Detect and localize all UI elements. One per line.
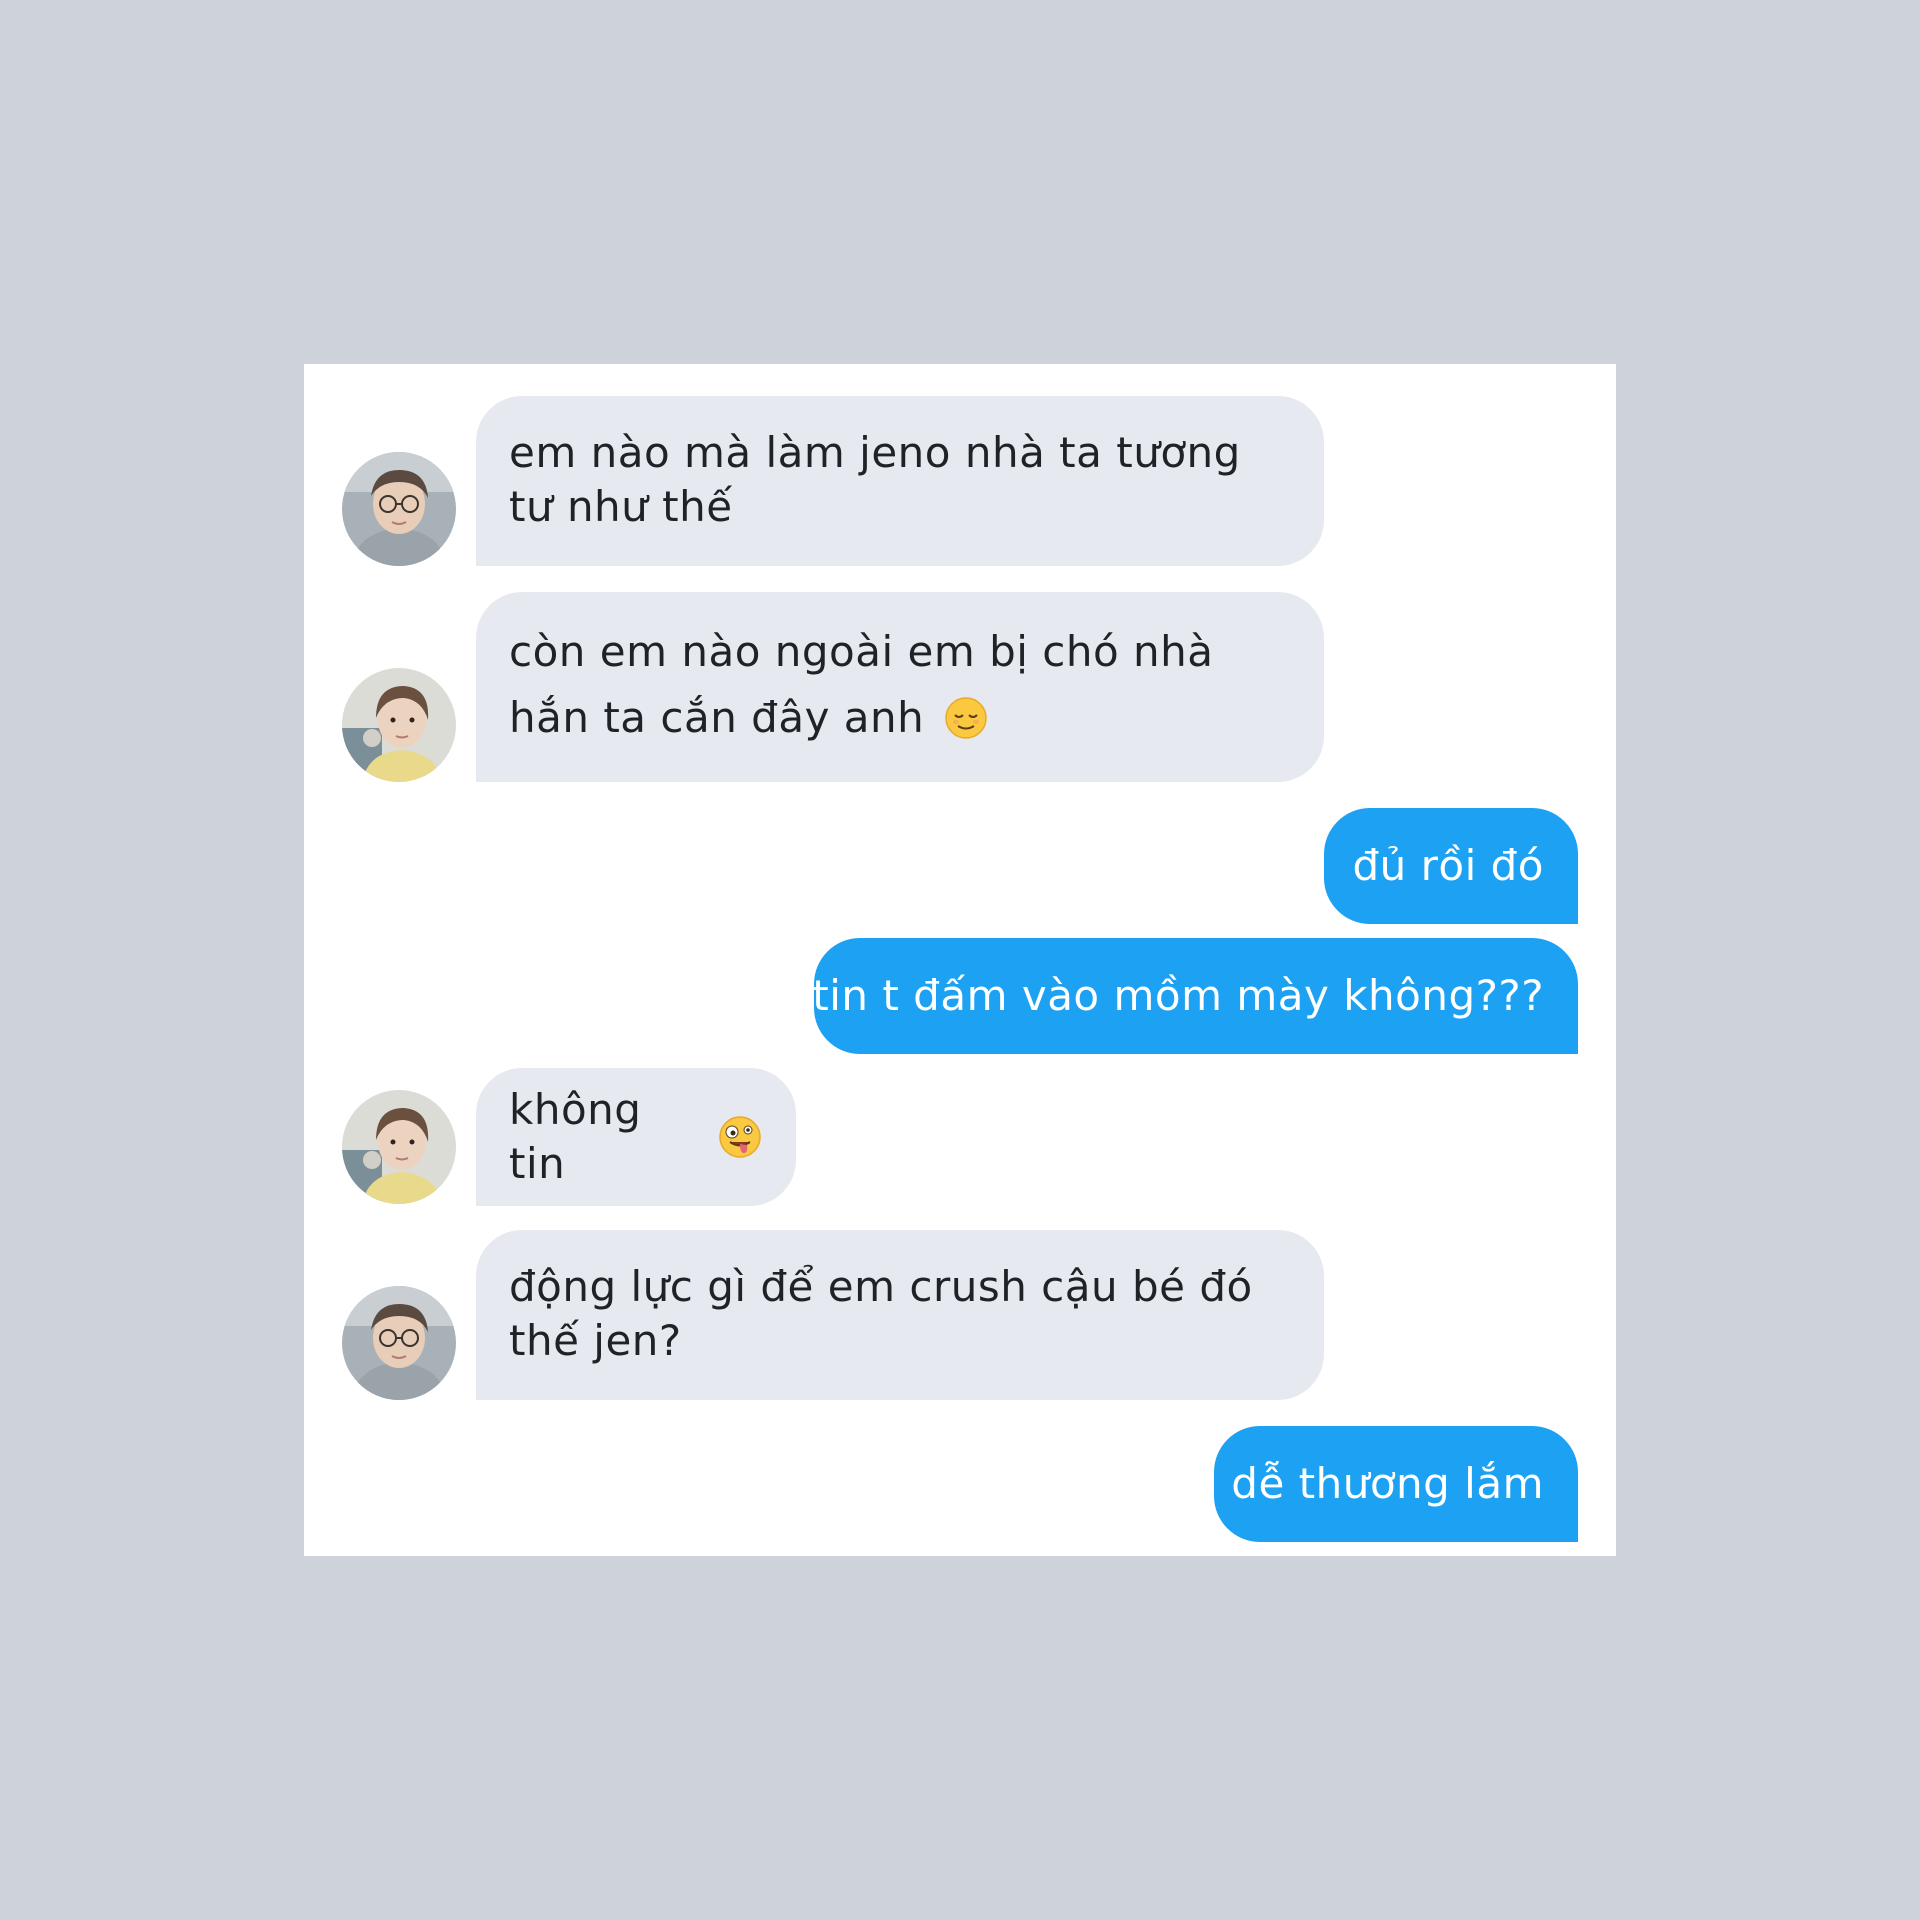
message-bubble-outgoing[interactable]: đủ rồi đó bbox=[1324, 808, 1578, 924]
chat-panel: em nào mà làm jeno nhà ta tương tư như t… bbox=[304, 364, 1616, 1556]
message-text: tin t đấm vào mồm mày không??? bbox=[812, 971, 1544, 1020]
zany-face-icon bbox=[718, 1115, 762, 1159]
message-text: động lực gì để em crush cậu bé đó thế je… bbox=[509, 1262, 1253, 1365]
message-bubble-incoming[interactable]: còn em nào ngoài em bị chó nhà hắn ta cắ… bbox=[476, 592, 1324, 782]
message-text: dễ thương lắm bbox=[1231, 1459, 1544, 1508]
avatar[interactable] bbox=[342, 452, 456, 566]
message-bubble-outgoing[interactable]: tin t đấm vào mồm mày không??? bbox=[812, 938, 1578, 1054]
message-bubble-incoming[interactable]: động lực gì để em crush cậu bé đó thế je… bbox=[476, 1230, 1324, 1400]
avatar[interactable] bbox=[342, 1090, 456, 1204]
message-text: không tin bbox=[509, 1085, 642, 1188]
message-bubble-incoming[interactable]: không tin bbox=[476, 1068, 796, 1206]
message-text: còn em nào ngoài em bị chó nhà hắn ta cắ… bbox=[509, 627, 1214, 742]
message-text: em nào mà làm jeno nhà ta tương tư như t… bbox=[509, 428, 1241, 531]
avatar[interactable] bbox=[342, 668, 456, 782]
message-bubble-incoming[interactable]: em nào mà làm jeno nhà ta tương tư như t… bbox=[476, 396, 1324, 566]
message-bubble-outgoing[interactable]: dễ thương lắm bbox=[1214, 1426, 1578, 1542]
avatar[interactable] bbox=[342, 1286, 456, 1400]
relieved-face-icon bbox=[944, 696, 988, 740]
message-text: đủ rồi đó bbox=[1352, 841, 1544, 890]
